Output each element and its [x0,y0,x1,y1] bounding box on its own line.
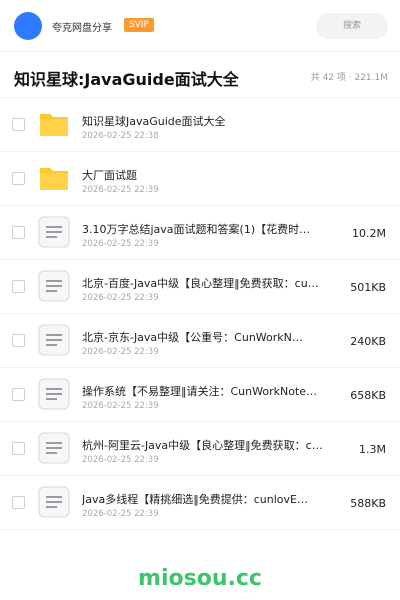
folder-icon [40,168,68,190]
row-checkbox[interactable] [12,442,25,455]
list-item[interactable]: 操作系统【不易整理‖请关注：CunWorkNote… 2026-02-25 22… [0,368,400,422]
file-size: 10.2M [352,227,386,240]
file-name: 知识星球JavaGuide面试大全 [82,115,226,128]
row-checkbox[interactable] [12,280,25,293]
title-bar: 知识星球:JavaGuide面试大全 共 42 项 · 221.1M [0,52,400,98]
page-title: 知识星球:JavaGuide面试大全 [14,70,239,89]
document-icon [38,270,70,302]
row-checkbox[interactable] [12,172,25,185]
list-item[interactable]: 大厂面试题 2026-02-25 22:39 [0,152,400,206]
file-size: 588KB [350,497,386,510]
svip-badge: SVIP [124,18,154,32]
row-checkbox[interactable] [12,226,25,239]
document-icon [38,216,70,248]
file-date: 2026-02-25 22:39 [82,239,159,249]
row-checkbox[interactable] [12,388,25,401]
folder-icon [40,114,68,136]
list-item[interactable]: Java多线程【精挑细选‖免费提供：cunlovE… 2026-02-25 22… [0,476,400,530]
avatar[interactable] [14,12,42,40]
document-icon [38,324,70,356]
watermark: miosou.cc [138,566,262,591]
list-item[interactable]: 知识星球JavaGuide面试大全 2026-02-25 22:38 [0,98,400,152]
file-name: 杭州-阿里云-Java中级【良心整理‖免费获取：c… [82,439,323,452]
list-item[interactable]: 北京-京东-Java中级【公重号：CunWorkN… 2026-02-25 22… [0,314,400,368]
row-checkbox[interactable] [12,118,25,131]
list-item[interactable]: 3.10万字总结java面试题和答案(1)【花费时… 2026-02-25 22… [0,206,400,260]
row-checkbox[interactable] [12,334,25,347]
file-name: 大厂面试题 [82,169,137,182]
file-date: 2026-02-25 22:39 [82,185,159,195]
document-icon [38,432,70,464]
file-size: 240KB [350,335,386,348]
item-count: 共 42 项 · 221.1M [310,73,388,83]
file-size: 1.3M [359,443,386,456]
file-date: 2026-02-25 22:39 [82,293,159,303]
file-name: 操作系统【不易整理‖请关注：CunWorkNote… [82,385,318,398]
document-icon [38,486,70,518]
row-checkbox[interactable] [12,496,25,509]
file-name: Java多线程【精挑细选‖免费提供：cunlovE… [82,493,308,506]
header: 夸克网盘分享 SVIP 搜索 [0,0,400,52]
list-item[interactable]: 杭州-阿里云-Java中级【良心整理‖免费获取：c… 2026-02-25 22… [0,422,400,476]
file-name: 3.10万字总结java面试题和答案(1)【花费时… [82,223,311,236]
file-date: 2026-02-25 22:38 [82,131,159,141]
file-list: 知识星球JavaGuide面试大全 2026-02-25 22:38 大厂面试题… [0,98,400,530]
file-name: 北京-百度-Java中级【良心整理‖免费获取：cu… [82,277,319,290]
file-date: 2026-02-25 22:39 [82,455,159,465]
file-name: 北京-京东-Java中级【公重号：CunWorkN… [82,331,303,344]
list-item[interactable]: 北京-百度-Java中级【良心整理‖免费获取：cu… 2026-02-25 22… [0,260,400,314]
file-date: 2026-02-25 22:39 [82,509,159,519]
file-date: 2026-02-25 22:39 [82,401,159,411]
file-size: 501KB [350,281,386,294]
file-size: 658KB [350,389,386,402]
document-icon [38,378,70,410]
username: 夸克网盘分享 [52,23,112,34]
file-date: 2026-02-25 22:39 [82,347,159,357]
search-input[interactable]: 搜索 [316,13,388,39]
